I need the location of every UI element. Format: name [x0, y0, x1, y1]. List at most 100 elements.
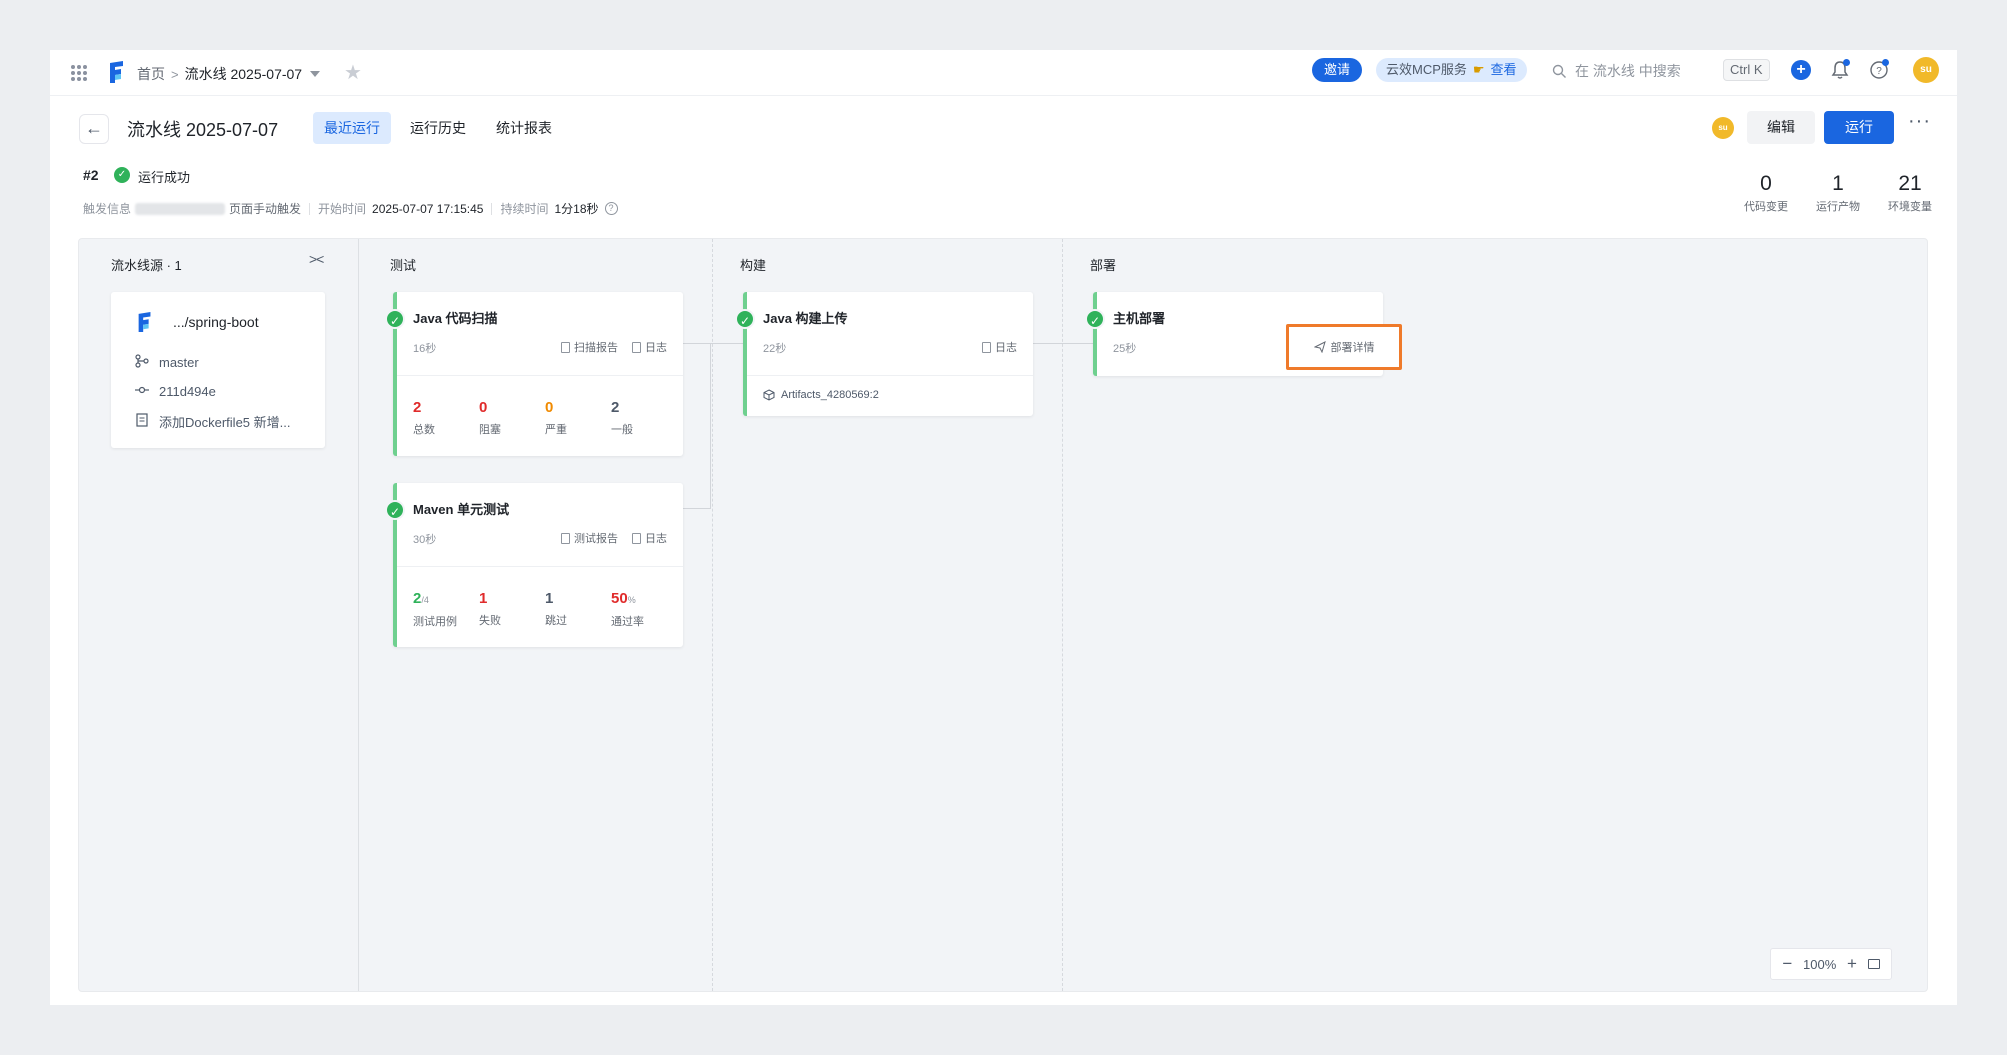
page-title: 流水线 2025-07-07 — [127, 120, 279, 140]
star-icon[interactable]: ★ — [344, 60, 362, 85]
success-check-icon: ✓ — [1085, 309, 1105, 329]
app-grid-icon[interactable] — [71, 65, 87, 81]
repo-logo-icon — [138, 312, 151, 332]
tab-run-history[interactable]: 运行历史 — [399, 112, 477, 144]
job-card-host-deploy[interactable]: ✓ 主机部署 25秒 部署详情 — [1085, 292, 1402, 376]
run-stats: 0 代码变更 1 运行产物 21 环境变量 — [1730, 172, 1946, 214]
metric-normal[interactable]: 2 一般 — [611, 399, 677, 437]
stat-code-changes[interactable]: 0 代码变更 — [1730, 172, 1802, 214]
report-icon — [561, 532, 570, 544]
user-avatar[interactable]: su — [1913, 57, 1939, 83]
job-card-code-scan[interactable]: ✓ Java 代码扫描 16秒 扫描报告 日志 2 总数 0 阻塞 0 严重 2 一般 — [385, 292, 683, 456]
search-input[interactable]: 在 流水线 中搜索 — [1552, 60, 1681, 82]
success-check-icon: ✓ — [114, 167, 130, 183]
top-bar: 首页 > 流水线 2025-07-07 ★ 邀请 云效MCP服务 ☛ 查看 在 … — [50, 50, 1957, 96]
duration-label: 持续时间 — [500, 202, 549, 216]
scan-metrics: 2 总数 0 阻塞 0 严重 2 一般 — [413, 399, 677, 437]
search-placeholder: 在 流水线 中搜索 — [1575, 63, 1681, 79]
success-check-icon: ✓ — [735, 309, 755, 329]
search-icon — [1552, 64, 1566, 78]
svg-text:?: ? — [1876, 66, 1882, 77]
trigger-value: 页面手动触发 — [229, 202, 302, 216]
branch-icon — [135, 354, 149, 371]
trigger-label: 触发信息 — [83, 202, 132, 216]
shortcut-hint: Ctrl K — [1723, 59, 1770, 81]
metric-skipped[interactable]: 1 跳过 — [545, 590, 611, 629]
back-arrow-icon[interactable]: ← — [79, 114, 109, 144]
page-tabs: 最近运行 运行历史 统计报表 — [313, 112, 563, 144]
run-status: 运行成功 — [138, 170, 191, 185]
caret-down-icon[interactable] — [310, 71, 321, 77]
chevron-right-icon: > — [171, 66, 179, 82]
blurred-user — [135, 202, 226, 215]
stage-title-deploy: 部署 — [1090, 258, 1117, 273]
document-icon — [135, 413, 149, 430]
pointing-hand-icon: ☛ — [1472, 62, 1485, 77]
start-time-label: 开始时间 — [318, 202, 367, 216]
branch-name: master — [159, 355, 199, 370]
connector-line — [683, 343, 744, 344]
add-icon[interactable]: + — [1791, 60, 1811, 80]
test-metrics: 2/4 测试用例 1 失败 1 跳过 50% 通过率 — [413, 590, 677, 629]
send-icon — [1313, 341, 1326, 353]
commit-icon — [135, 383, 149, 400]
metric-test-cases[interactable]: 2/4 测试用例 — [413, 590, 479, 629]
stage-title-build: 构建 — [740, 258, 767, 273]
invite-button[interactable]: 邀请 — [1312, 58, 1363, 82]
zoom-level: 100% — [1803, 956, 1837, 972]
log-link[interactable]: 日志 — [632, 339, 667, 355]
notification-bell-icon[interactable] — [1829, 59, 1851, 81]
source-column-title: 流水线源 · 1 — [111, 258, 182, 273]
edit-button[interactable]: 编辑 — [1747, 111, 1815, 144]
breadcrumb: 首页 > 流水线 2025-07-07 — [137, 64, 321, 84]
metric-blocker[interactable]: 0 阻塞 — [479, 399, 545, 437]
artifact-link[interactable]: Artifacts_4280569:2 — [763, 389, 879, 401]
stat-env-vars[interactable]: 21 环境变量 — [1874, 172, 1946, 214]
metric-total[interactable]: 2 总数 — [413, 399, 479, 437]
commit-hash: 211d494e — [159, 384, 216, 399]
connector-line — [1033, 343, 1094, 344]
tab-statistics[interactable]: 统计报表 — [485, 112, 563, 144]
metric-pass-rate[interactable]: 50% 通过率 — [611, 590, 677, 629]
stage-title-test: 测试 — [390, 258, 417, 273]
flow-logo-icon[interactable] — [106, 59, 128, 85]
zoom-out-icon[interactable]: − — [1782, 954, 1792, 974]
connector-line — [683, 508, 711, 509]
mcp-view-link[interactable]: 查看 — [1491, 58, 1517, 82]
breadcrumb-home[interactable]: 首页 — [137, 64, 165, 84]
deploy-detail-button[interactable]: 部署详情 — [1286, 324, 1402, 370]
metric-critical[interactable]: 0 严重 — [545, 399, 611, 437]
help-icon[interactable]: ? — [1869, 59, 1889, 80]
tab-recent-run[interactable]: 最近运行 — [313, 112, 391, 144]
source-card[interactable]: .../spring-boot master 211d494e 添加Docker… — [111, 292, 325, 448]
metric-failed[interactable]: 1 失败 — [479, 590, 545, 629]
job-name: 主机部署 — [1113, 311, 1166, 326]
source-column: 流水线源 · 1 >< .../spring-boot master 211d4… — [79, 239, 359, 991]
question-icon[interactable]: ? — [604, 202, 618, 215]
zoom-in-icon[interactable]: + — [1847, 954, 1857, 974]
stage-separator — [1062, 239, 1063, 991]
job-duration: 25秒 — [1113, 343, 1137, 355]
run-meta: 触发信息 页面手动触发 开始时间 2025-07-07 17:15:45 持续时… — [83, 200, 618, 217]
log-link[interactable]: 日志 — [982, 339, 1017, 355]
stage-separator — [712, 239, 713, 991]
more-options-icon[interactable]: ··· — [1908, 110, 1931, 133]
breadcrumb-current[interactable]: 流水线 2025-07-07 — [185, 64, 303, 84]
stat-artifacts[interactable]: 1 运行产物 — [1802, 172, 1874, 214]
scan-report-link[interactable]: 扫描报告 — [561, 339, 618, 355]
job-card-unit-test[interactable]: ✓ Maven 单元测试 30秒 测试报告 日志 2/4 测试用例 1 失败 1 跳过… — [385, 483, 683, 647]
test-report-link[interactable]: 测试报告 — [561, 530, 618, 546]
log-icon — [632, 341, 641, 353]
success-check-icon: ✓ — [385, 309, 405, 329]
report-icon — [561, 341, 570, 353]
mcp-service-banner: 云效MCP服务 ☛ 查看 — [1376, 58, 1527, 82]
zoom-control: − 100% + — [1770, 948, 1892, 980]
job-card-build-upload[interactable]: ✓ Java 构建上传 22秒 日志 Artifacts_4280569:2 — [735, 292, 1033, 416]
run-button[interactable]: 运行 — [1824, 111, 1894, 144]
fit-view-icon[interactable] — [1867, 959, 1880, 969]
duration-value: 1分18秒 — [554, 202, 599, 216]
commit-message-row: 添加Dockerfile5 新增... — [135, 412, 290, 431]
collapse-icon[interactable]: >< — [309, 251, 324, 267]
job-duration: 16秒 — [413, 343, 437, 355]
log-link[interactable]: 日志 — [632, 530, 667, 546]
